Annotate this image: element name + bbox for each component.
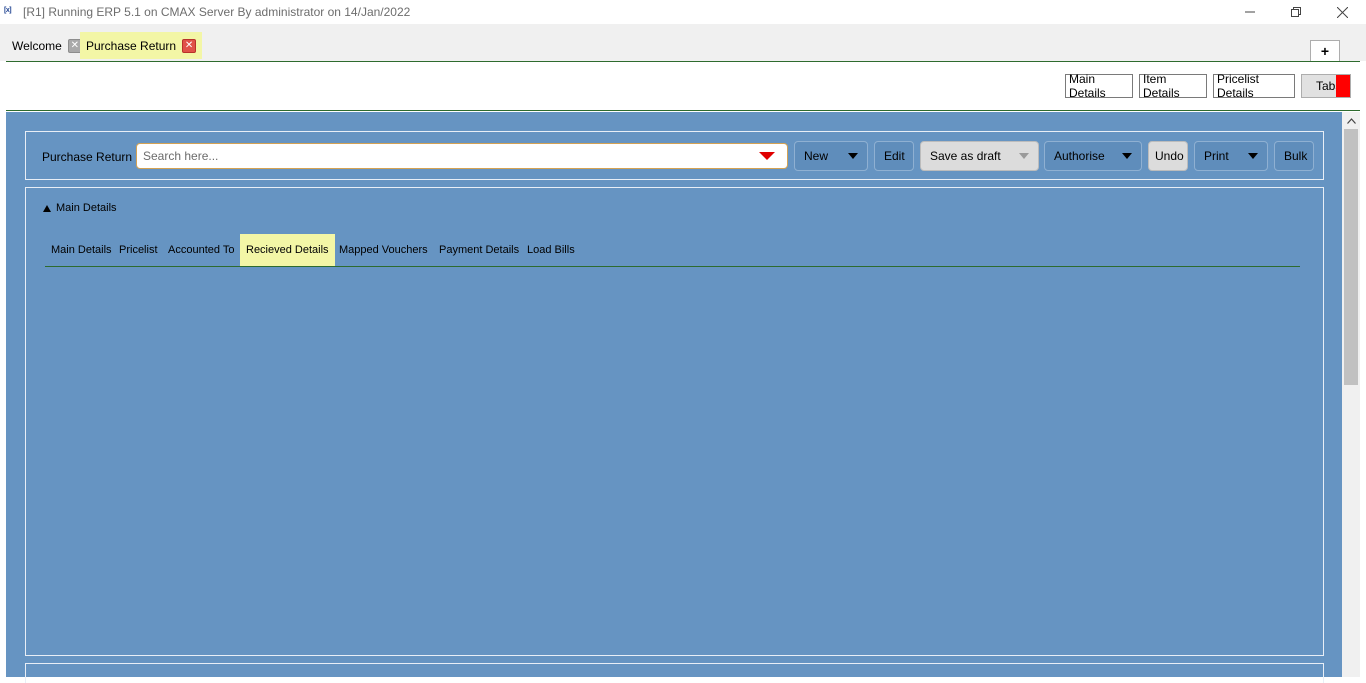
print-button[interactable]: Print — [1194, 141, 1268, 171]
chevron-down-icon — [1019, 153, 1029, 159]
section-title: Main Details — [56, 202, 117, 214]
search-dropdown-icon[interactable] — [759, 152, 775, 160]
collapse-icon — [43, 204, 51, 212]
subtab-load-bills[interactable]: Load Bills — [521, 234, 581, 266]
pricelist-details-button[interactable]: Pricelist Details — [1213, 72, 1295, 100]
chevron-down-icon — [1122, 153, 1132, 159]
scrollbar-thumb[interactable] — [1344, 129, 1358, 385]
new-button[interactable]: New — [794, 141, 868, 171]
chevron-down-icon — [1248, 153, 1258, 159]
chevron-up-icon — [1346, 117, 1356, 124]
subtab-payment-details[interactable]: Payment Details — [433, 234, 525, 266]
restore-icon — [1291, 7, 1301, 17]
document-tab-strip: Welcome ✕ Purchase Return ✕ + — [0, 24, 1366, 62]
subtab-mapped-vouchers[interactable]: Mapped Vouchers — [333, 234, 434, 266]
minimize-icon — [1245, 11, 1255, 13]
voucher-type-label: Purchase Return — [42, 150, 133, 164]
tabs-indicator — [1336, 75, 1350, 97]
authorise-dropdown-arrow[interactable] — [1113, 142, 1141, 170]
chevron-down-icon — [848, 153, 858, 159]
tab-close-icon[interactable]: ✕ — [182, 38, 197, 53]
print-dropdown-arrow[interactable] — [1239, 142, 1267, 170]
search-input[interactable] — [143, 148, 743, 164]
subtab-accounted-to[interactable]: Accounted To — [162, 234, 240, 266]
save-as-draft-label: Save as draft — [930, 149, 1001, 163]
item-details-button[interactable]: Item Details — [1139, 72, 1207, 100]
new-dropdown-arrow[interactable] — [839, 142, 867, 170]
main-content-area: Purchase Return New Edit Save as draft A… — [6, 112, 1342, 683]
section-nav-panel: Main Details Item Details Pricelist Deta… — [6, 61, 1360, 111]
window-title: [R1] Running ERP 5.1 on CMAX Server By a… — [23, 5, 411, 19]
authorise-button-label: Authorise — [1054, 149, 1105, 163]
app-logo-icon: [x] — [4, 7, 12, 14]
close-window-button[interactable] — [1319, 0, 1365, 24]
tabs-button[interactable]: Tabs — [1301, 74, 1351, 98]
undo-button[interactable]: Undo — [1148, 141, 1188, 171]
close-icon — [1336, 6, 1348, 18]
subtab-pricelist[interactable]: Pricelist — [113, 234, 164, 266]
tab-label: Welcome — [12, 38, 62, 53]
subtab-recieved-details[interactable]: Recieved Details — [240, 234, 335, 266]
tab-welcome[interactable]: Welcome ✕ — [6, 32, 88, 59]
title-bar: [x] [R1] Running ERP 5.1 on CMAX Server … — [0, 0, 1366, 24]
bulk-button[interactable]: Bulk — [1274, 141, 1314, 171]
undo-button-label: Undo — [1155, 149, 1184, 163]
tab-purchase-return[interactable]: Purchase Return ✕ — [80, 32, 203, 59]
detail-subtabs: Main Details Pricelist Accounted To Reci… — [45, 234, 1300, 267]
main-details-button[interactable]: Main Details — [1065, 72, 1133, 100]
scroll-up-button[interactable] — [1342, 112, 1360, 129]
main-details-toggle[interactable]: Main Details — [43, 202, 117, 214]
edit-button[interactable]: Edit — [874, 141, 914, 171]
edit-button-label: Edit — [884, 149, 905, 163]
add-tab-button[interactable]: + — [1310, 40, 1340, 62]
print-button-label: Print — [1204, 149, 1229, 163]
voucher-toolbar: Purchase Return New Edit Save as draft A… — [25, 131, 1324, 180]
new-button-label: New — [804, 149, 829, 163]
save-as-draft-button[interactable]: Save as draft — [920, 141, 1039, 171]
main-details-section: Main Details Main Details Pricelist Acco… — [25, 187, 1324, 656]
tab-label: Purchase Return — [86, 38, 177, 53]
bulk-button-label: Bulk — [1284, 149, 1308, 163]
authorise-button[interactable]: Authorise — [1044, 141, 1142, 171]
search-box[interactable] — [136, 143, 788, 169]
restore-button[interactable] — [1273, 0, 1319, 24]
right-margin — [1360, 61, 1366, 677]
save-dropdown-arrow[interactable] — [1010, 142, 1038, 170]
vertical-scrollbar[interactable] — [1342, 112, 1360, 677]
next-section-panel — [25, 663, 1324, 683]
subtab-main-details[interactable]: Main Details — [45, 234, 118, 266]
minimize-button[interactable] — [1227, 0, 1273, 24]
